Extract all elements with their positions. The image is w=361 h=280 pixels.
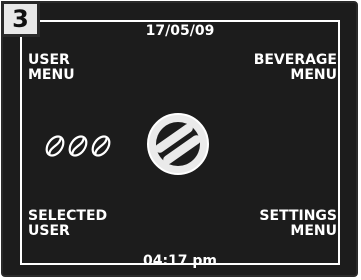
step-number-badge: 3 [1,1,40,37]
date-display: 17/05/09 [145,23,215,39]
selected-user-label-line1: SELECTED [28,208,108,224]
settings-menu-label-line2: MENU [290,223,337,239]
selected-user-label-line2: USER [28,223,70,239]
coffee-beans-icon [45,135,111,157]
user-menu-label-line2: MENU [28,67,75,83]
beverage-menu-button[interactable]: BEVERAGE MENU [254,53,337,83]
coffee-bean-icon [91,135,111,157]
settings-menu-button[interactable]: SETTINGS MENU [259,209,337,239]
beverage-menu-label-line2: MENU [290,67,337,83]
user-menu-label-line1: USER [28,52,70,68]
settings-menu-label-line1: SETTINGS [259,208,337,224]
selected-user-button[interactable]: SELECTED USER [28,209,107,239]
beverage-menu-label-line1: BEVERAGE [253,52,337,68]
time-display: 04:17 pm [142,253,218,269]
brand-logo-icon[interactable] [145,111,211,177]
user-menu-button[interactable]: USER MENU [28,53,75,83]
coffee-bean-icon [68,135,88,157]
coffee-bean-icon [45,135,65,157]
